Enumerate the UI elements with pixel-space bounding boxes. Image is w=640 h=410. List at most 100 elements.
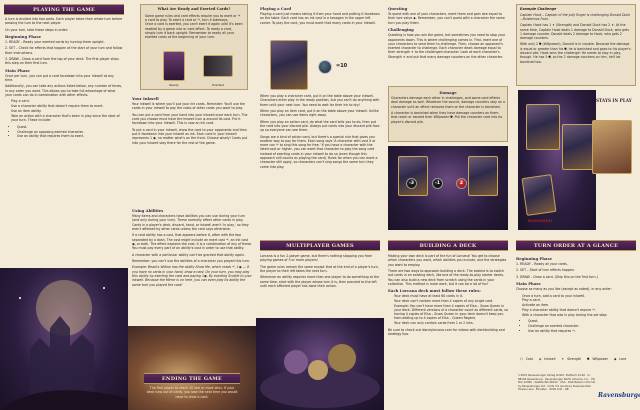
turn-main-list: Once a turn, add a card to your inkwell.… (522, 294, 636, 318)
turn-main-intro: Choose as many as you like (except as no… (516, 287, 612, 292)
turn-beginning-heading: Beginning Phase (516, 256, 553, 261)
turn-steps-intro: On your turn, take these steps in order: (5, 27, 69, 32)
legend-label: Inkwell (544, 356, 556, 361)
playing-card-section: Playing a Card Playing a card just means… (260, 4, 380, 38)
ready-exerted-body-1: Some game rules and card effects require… (145, 13, 241, 23)
multiplayer-illustration (256, 318, 384, 410)
list-item: Use a character ability that doesn't req… (11, 104, 123, 108)
column-4: Questing To quest with one of your chara… (384, 0, 512, 410)
inkwell-body-3: To put a card in your inkwell, show the … (132, 127, 248, 145)
ending-section: The first player to reach 20 lore or mor… (146, 386, 238, 408)
list-item: Quest. (528, 319, 636, 323)
questing-heading: Questing (388, 6, 408, 11)
banished-card (521, 174, 557, 216)
ending-the-game-banner: ENDING THE GAME (144, 373, 240, 384)
beginning-phase-heading: Beginning Phase (5, 33, 42, 39)
multiplayer-section: Lorcana is a fun 2-player game, but ther… (260, 254, 380, 316)
beginning-step-3: 3. DRAW – Draw a card from the top of yo… (5, 57, 119, 66)
turn-sub-list: Quest. Challenge an exerted character. U… (528, 319, 636, 333)
list-item: Play a character ability that doesn't re… (522, 308, 636, 312)
legal-text: ©2023 Ravensburger Verlag GmbH, Postfach… (518, 374, 596, 406)
main-phase-heading: Main Phase (5, 67, 30, 73)
damaged-card-art (398, 156, 428, 196)
ready-card-illustration (163, 51, 185, 81)
legend-strength: ✦ Strength (562, 352, 581, 366)
abilities-body-4: Remember: you can't use the abilities of… (132, 258, 250, 263)
ending-body: The first player to reach 20 lore or mor… (146, 386, 238, 399)
playing-the-game-banner: PLAYING THE GAME (4, 4, 124, 15)
list-item: Challenge an exerted character. (528, 324, 636, 328)
list-item: Your deck can't contain more than 4 copi… (394, 299, 508, 321)
column-2: What Are Ready and Exerted Cards? Some g… (128, 0, 256, 410)
legend-cost: ⬡ Cost (520, 352, 533, 366)
damaged-card-art (468, 156, 498, 196)
building-a-deck-banner: BUILDING A DECK (388, 240, 508, 251)
inkwell-body-1: Your inkwell is where you'll put your in… (132, 102, 246, 111)
turn-intro: A turn is divided into two parts. Each p… (5, 17, 123, 26)
legend-label: Willpower (592, 356, 608, 361)
abilities-heading: Using Abilities (132, 208, 164, 213)
playing-card-details: When you play a character card, put it o… (260, 94, 380, 232)
turn-main-heading: Main Phase (516, 281, 541, 287)
rules-page: PLAYING THE GAME A turn is divided into … (0, 0, 640, 410)
list-item: Play a card. (11, 99, 123, 103)
list-item: Use an ability that requires ↷. (528, 329, 636, 333)
list-item: Activate an item. (522, 303, 636, 307)
inkwell-body-2: You can put a card from your hand into y… (132, 112, 248, 126)
abilities-body-2: If a card ability has a cost, that appea… (132, 233, 252, 251)
multiplayer-body-3: Whenever an ability requires more than o… (260, 275, 380, 288)
turn-order-banner: TURN ORDER AT A GLANCE (516, 240, 636, 251)
building-body-1: Making your own deck is part of the fun … (388, 254, 507, 267)
column-5: Example Challenge Captain Hook – Captain… (512, 0, 640, 410)
playing-the-game-section: A turn is divided into two parts. Each p… (5, 17, 123, 262)
exerted-label: Exerted (212, 83, 224, 87)
legend-label: Strength (567, 356, 581, 361)
beginning-step-1: 1. READY – Ready your exerted cards by t… (5, 40, 105, 45)
damage-token: -3 (406, 178, 417, 189)
example-body-2: With only 2 ⛊ (Willpower), Donald is in … (520, 42, 631, 64)
cost-icon: ⬡ (520, 356, 523, 361)
list-item: Challenge an opposing exerted character. (17, 130, 123, 134)
abilities-body-1: Many items and characters have abilities… (132, 214, 249, 232)
main-phase-details: Additionally, you can take any actions l… (5, 84, 123, 97)
example-card-art (270, 40, 308, 90)
multiplayer-body-1: Lorcana is a fun 2-player game, but ther… (260, 254, 373, 263)
multiplayer-banner: MULTIPLAYER GAMES (260, 240, 380, 251)
abilities-section: Using Abilities Many items and character… (132, 206, 252, 326)
turn-step: 1. READY – Ready all your cards. (516, 262, 568, 267)
damage-token: 2 (456, 178, 467, 189)
multiplayer-body-2: The game rules remain the same except th… (260, 264, 379, 273)
inkwell-icon: ◈ (538, 356, 542, 361)
example-body-1: Captain Hook has 1 ✦ (Strength) and Dona… (520, 23, 630, 41)
icon-legend: ⬡ Cost ◈ Inkwell ✦ Strength ⛊ Willpower ◆ Lor… (520, 352, 636, 366)
beginning-step-2: 2. SET – Check for effects that happen a… (5, 46, 123, 55)
building-closing: Be sure to check out disneylorcana.com f… (388, 327, 505, 336)
legend-label: Cost (525, 356, 533, 361)
legend-inkwell: ◈ Inkwell (539, 352, 556, 366)
example-challenge-box: Example Challenge Captain Hook – Captain… (516, 4, 636, 86)
playing-card-body-1: Playing a card just means taking it from… (260, 12, 380, 25)
inkwell-heading: Your Inkwell (132, 96, 159, 101)
example-label: Example Challenge (520, 7, 557, 11)
main-phase-intro: Once per turn, you can put a card facedo… (5, 73, 114, 83)
ink-cost-equals: =10 (336, 63, 348, 69)
damage-body-2: A character is banished when they have d… (391, 111, 503, 124)
lore-icon: ◆ (613, 356, 617, 361)
playing-card-heading: Playing a Card (260, 6, 292, 11)
abilities-example: Example: Beast's Willow has the ability … (132, 265, 252, 287)
stays-in-play-card (592, 120, 632, 174)
turn-step: 2. SET – Start of turn effects happen. (516, 268, 575, 273)
damage-heading: Damage (439, 90, 457, 95)
list-item: Use an item ability. (11, 109, 123, 113)
banished-label: BANISHED (528, 218, 552, 223)
list-item: Your deck can only contain cards from 1 … (394, 321, 508, 325)
strength-icon: ✦ (561, 356, 565, 361)
playing-card-body-3: When you play an item card, put it on th… (260, 108, 379, 118)
list-item: Play a card. (522, 298, 636, 302)
ink-cost-icon (318, 60, 332, 74)
ready-exerted-body-2: Once a card is exerted, you can't exert … (145, 22, 243, 40)
sub-actions-list: Quest. Challenge an opposing exerted cha… (17, 125, 123, 139)
castle-illustration (0, 268, 128, 410)
building-body-2: There are two ways to approach building … (388, 268, 504, 286)
list-item: Quest. (17, 125, 123, 129)
